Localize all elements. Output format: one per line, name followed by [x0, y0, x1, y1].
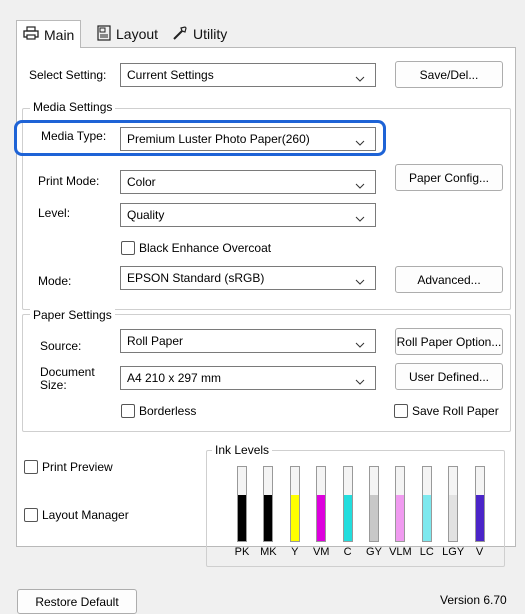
ink-bar-pk [237, 466, 247, 542]
paper-config-button[interactable]: Paper Config... [395, 164, 503, 191]
chevron-down-icon [355, 337, 365, 351]
ink-label-v: V [475, 546, 484, 558]
tab-layout-label: Layout [116, 26, 159, 42]
media-settings-title: Media Settings [30, 100, 116, 114]
black-enhance-overcoat-checkbox[interactable]: Black Enhance Overcoat [121, 241, 271, 255]
chevron-down-icon [355, 71, 365, 85]
chevron-down-icon [355, 211, 365, 225]
advanced-button[interactable]: Advanced... [395, 266, 503, 293]
ink-fill-vm [317, 495, 326, 541]
ink-levels-title: Ink Levels [212, 443, 273, 457]
print-mode-dropdown[interactable]: Color [120, 170, 376, 194]
ink-bar-vm [316, 466, 327, 542]
ink-fill-y [290, 495, 299, 541]
document-size-label-line2: Size: [40, 378, 67, 392]
checkbox-box [24, 508, 38, 522]
ink-fill-v [475, 495, 484, 541]
print-mode-value: Color [127, 175, 156, 189]
ink-fill-pk [238, 495, 246, 541]
level-label: Level: [38, 206, 71, 220]
chevron-down-icon [355, 178, 365, 192]
ink-bar-mk [263, 466, 274, 542]
select-setting-value: Current Settings [127, 68, 214, 82]
checkbox-box [121, 404, 135, 418]
chevron-down-icon [355, 374, 365, 388]
level-dropdown[interactable]: Quality [120, 203, 376, 227]
version-label: Version 6.70 [440, 593, 507, 607]
checkbox-box [121, 241, 135, 255]
source-label: Source: [40, 339, 82, 353]
select-setting-label: Select Setting: [29, 68, 107, 82]
ink-fill-lc [422, 495, 431, 541]
restore-default-button[interactable]: Restore Default [17, 589, 137, 614]
black-enhance-overcoat-label: Black Enhance Overcoat [139, 241, 272, 255]
save-roll-paper-label: Save Roll Paper [412, 404, 499, 418]
ink-bar-gy [369, 466, 379, 542]
paper-settings-title: Paper Settings [30, 308, 115, 322]
source-dropdown[interactable]: Roll Paper [120, 329, 376, 353]
mode-value: EPSON Standard (sRGB) [127, 271, 265, 285]
borderless-label: Borderless [139, 404, 197, 418]
ink-fill-mk [264, 495, 273, 541]
roll-paper-option-button[interactable]: Roll Paper Option... [395, 328, 503, 355]
ink-fill-vlm [396, 495, 405, 541]
print-preview-checkbox[interactable]: Print Preview [24, 460, 113, 474]
media-type-label: Media Type: [41, 129, 107, 143]
level-value: Quality [127, 208, 165, 222]
ink-bar-lc [421, 466, 432, 542]
ink-fill-gy [370, 495, 378, 541]
layout-icon [97, 24, 116, 44]
borderless-checkbox[interactable]: Borderless [121, 404, 196, 418]
tab-main[interactable]: Main [16, 20, 82, 48]
source-value: Roll Paper [127, 334, 184, 348]
checkbox-box [394, 404, 408, 418]
layout-manager-label: Layout Manager [42, 508, 129, 522]
tab-main-label: Main [44, 26, 75, 43]
ink-levels-bars [232, 466, 496, 542]
save-del-button[interactable]: Save/Del... [395, 61, 503, 88]
mode-label: Mode: [38, 274, 72, 288]
ink-bar-lgy [448, 466, 459, 542]
document-size-dropdown[interactable]: A4 210 x 297 mm [120, 366, 376, 390]
ink-bar-c [342, 466, 353, 542]
save-roll-paper-checkbox[interactable]: Save Roll Paper [394, 404, 499, 418]
ink-fill-lgy [449, 495, 458, 541]
tab-layout[interactable]: Layout [93, 22, 162, 46]
ink-bar-vlm [395, 466, 406, 542]
media-type-value: Premium Luster Photo Paper(260) [127, 132, 310, 146]
mode-dropdown[interactable]: EPSON Standard (sRGB) [120, 266, 376, 290]
user-defined-button[interactable]: User Defined... [395, 363, 503, 390]
print-preview-label: Print Preview [42, 460, 113, 474]
tab-utility-label: Utility [193, 26, 228, 42]
ink-bar-v [474, 466, 485, 542]
checkbox-box [24, 460, 38, 474]
chevron-down-icon [355, 274, 365, 288]
tab-utility[interactable]: Utility [168, 22, 231, 46]
select-setting-dropdown[interactable]: Current Settings [120, 63, 376, 87]
ink-fill-c [343, 495, 352, 541]
ink-bar-y [289, 466, 300, 542]
ink-levels-labels: PK MK Y VM C GY VLM LC LGY V [232, 546, 496, 560]
media-type-dropdown[interactable]: Premium Luster Photo Paper(260) [120, 127, 376, 151]
wrench-icon [172, 25, 193, 44]
printer-icon [23, 26, 44, 43]
layout-manager-checkbox[interactable]: Layout Manager [24, 508, 129, 522]
print-mode-label: Print Mode: [38, 174, 100, 188]
document-size-value: A4 210 x 297 mm [127, 371, 222, 385]
chevron-down-icon [355, 135, 365, 149]
document-size-label: Document Size: [40, 366, 95, 392]
